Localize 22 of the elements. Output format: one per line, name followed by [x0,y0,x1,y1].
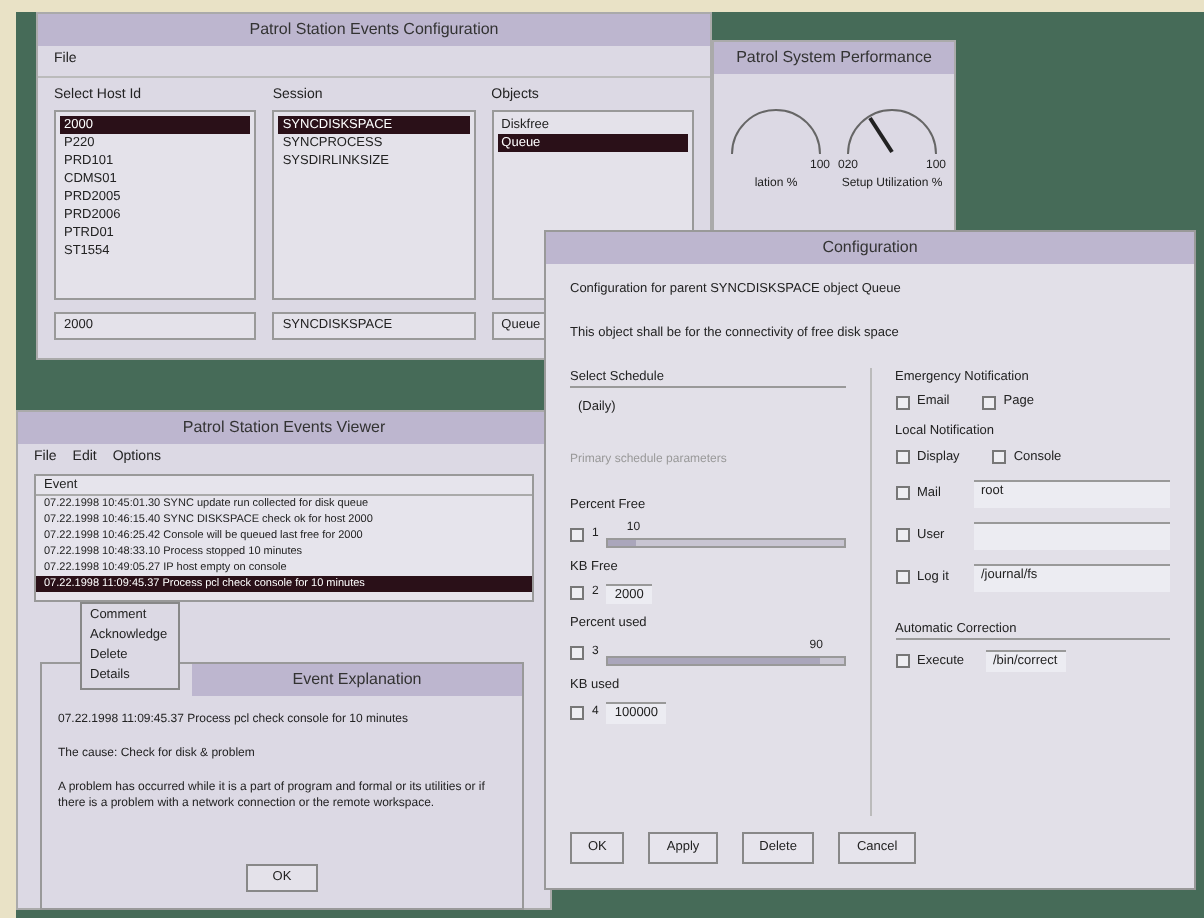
checkbox[interactable] [895,486,909,500]
text-field[interactable] [973,521,1170,549]
gauge-drawing [731,109,821,155]
checkbox[interactable] [570,705,584,720]
checkbox[interactable] [570,527,584,542]
checkbox[interactable] [895,654,909,669]
window-title: Configuration [546,232,1194,264]
slider-fill[interactable] [608,539,637,546]
window-title: Patrol Station Events Viewer [18,412,550,444]
checkbox[interactable] [991,450,1006,465]
checkbox[interactable] [895,528,909,542]
checkbox[interactable] [570,586,584,601]
window-title: Event Explanation [192,664,522,696]
checkbox[interactable] [895,395,909,410]
checkbox[interactable] [981,395,996,410]
window-title: Patrol System Performance [714,42,954,74]
checkbox[interactable] [895,450,909,465]
checkbox[interactable] [895,570,909,584]
checkbox[interactable] [570,646,584,660]
slider-fill[interactable] [608,658,820,664]
window-title: Patrol Station Events Configuration [38,14,710,46]
gauge-drawing [847,109,937,155]
